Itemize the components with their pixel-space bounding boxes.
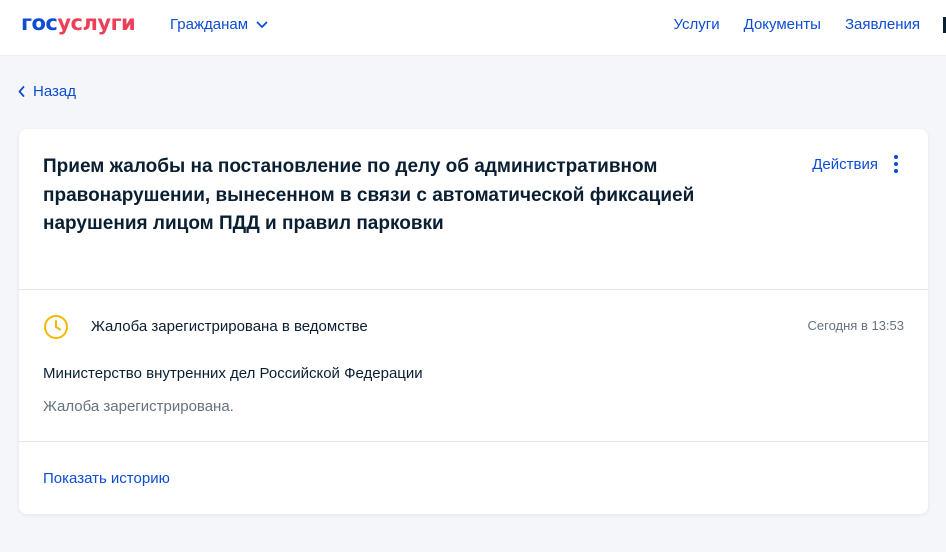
divider — [19, 289, 928, 290]
application-title: Прием жалобы на постановление по делу об… — [43, 156, 695, 234]
status-description: Жалоба зарегистрирована. — [43, 398, 234, 415]
status-row: Жалоба зарегистрирована в ведомстве Сего… — [43, 314, 904, 340]
logo-part-gos: гос — [21, 11, 58, 35]
nav-applications[interactable]: Заявления — [845, 16, 920, 33]
divider — [19, 441, 928, 442]
status-timestamp: Сегодня в 13:53 — [807, 318, 904, 333]
more-vertical-icon — [894, 155, 898, 173]
logo-part-uslugi: услуги — [57, 11, 136, 35]
gosuslugi-logo[interactable]: госуслуги — [21, 11, 136, 35]
show-history-link[interactable]: Показать историю — [43, 470, 170, 487]
organization-name: Министерство внутренних дел Российской Ф… — [43, 365, 423, 382]
top-header: госуслуги Гражданам Услуги Документы Зая… — [0, 0, 946, 56]
clock-icon — [44, 315, 68, 339]
status-text: Жалоба зарегистрирована в ведомстве — [91, 318, 368, 335]
audience-menu-label: Гражданам — [170, 16, 249, 33]
chevron-left-icon — [18, 86, 25, 97]
top-nav: Услуги Документы Заявления — [674, 16, 921, 33]
nav-documents[interactable]: Документы — [744, 16, 821, 33]
chevron-down-icon — [256, 21, 268, 28]
actions-button[interactable]: Действия — [812, 155, 898, 173]
nav-services[interactable]: Услуги — [674, 16, 720, 33]
back-link-label: Назад — [33, 83, 76, 100]
audience-menu[interactable]: Гражданам — [170, 16, 268, 33]
application-card: Прием жалобы на постановление по делу об… — [19, 129, 928, 514]
actions-label: Действия — [812, 155, 878, 173]
back-link[interactable]: Назад — [18, 83, 76, 100]
